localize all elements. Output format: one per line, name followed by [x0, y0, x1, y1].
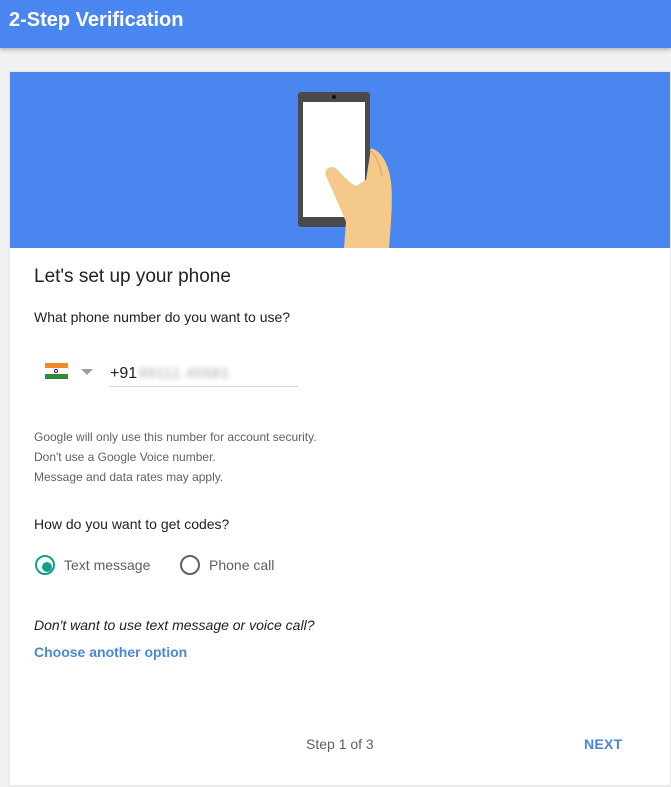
radio-checked-icon [35, 555, 55, 575]
phone-question-label: What phone number do you want to use? [34, 309, 291, 325]
page-title: 2-Step Verification [9, 9, 184, 31]
text-message-label: Text message [64, 557, 151, 573]
triangle-down-icon [81, 369, 93, 375]
alternative-question: Don't want to use text message or voice … [34, 617, 315, 633]
setup-heading: Let's set up your phone [34, 266, 231, 287]
app-header: 2-Step Verification [0, 0, 671, 48]
help-line: Don't use a Google Voice number. [34, 450, 216, 464]
phone-in-hand-illustration [298, 92, 392, 248]
hero-banner [10, 72, 670, 248]
country-code: +91 [110, 365, 138, 382]
choose-another-option-link[interactable]: Choose another option [34, 644, 187, 660]
help-line: Google will only use this number for acc… [34, 430, 317, 444]
help-line: Message and data rates may apply. [34, 470, 224, 484]
country-selector[interactable] [42, 361, 102, 385]
india-flag-icon [45, 363, 68, 379]
codes-question-label: How do you want to get codes? [34, 516, 230, 532]
radio-unchecked-icon [180, 555, 200, 575]
next-button[interactable]: NEXT [584, 736, 623, 752]
phone-number-value[interactable]: 99111 45581 [139, 365, 230, 382]
content-frame: Let's set up your phone What phone numbe… [2, 62, 670, 785]
step-indicator: Step 1 of 3 [306, 736, 374, 752]
setup-card: Let's set up your phone What phone numbe… [10, 72, 670, 785]
phone-help-text: Google will only use this number for acc… [34, 427, 317, 487]
phone-call-radio[interactable]: Phone call [180, 555, 280, 577]
text-message-radio[interactable]: Text message [35, 555, 155, 577]
phone-call-label: Phone call [209, 557, 275, 573]
phone-number-input[interactable]: +91 99111 45581 [109, 360, 298, 387]
phone-camera [332, 95, 336, 99]
